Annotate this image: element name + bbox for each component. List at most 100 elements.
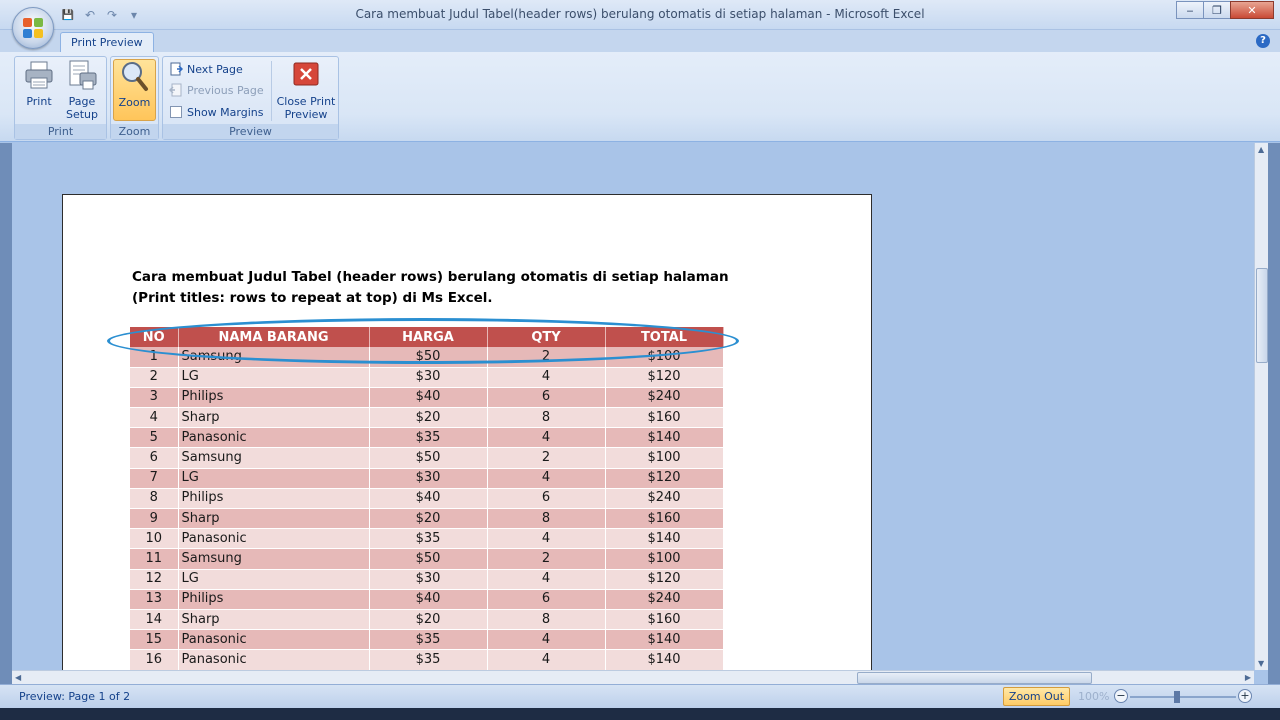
- zoom-minus-icon[interactable]: −: [1114, 689, 1128, 703]
- zoom-slider-track: [1130, 696, 1236, 698]
- cell-qty: 4: [487, 649, 606, 670]
- table-row: 16 Panasonic $35 4 $140: [130, 649, 724, 670]
- data-table: NO NAMA BARANG HARGA QTY TOTAL 1 Samsung $…: [130, 327, 724, 670]
- cell-qty: 4: [487, 427, 606, 449]
- print-button-label: Print: [26, 95, 52, 108]
- cell-harga: $30: [369, 367, 488, 388]
- cell-total: $240: [605, 387, 724, 409]
- cell-no: 15: [130, 629, 179, 651]
- cell-qty: 6: [487, 488, 606, 510]
- cell-nama-barang: Panasonic: [178, 427, 370, 449]
- cell-no: 6: [130, 447, 179, 469]
- zoom-slider-knob[interactable]: [1174, 691, 1180, 703]
- page-setup-button[interactable]: Page Setup: [61, 59, 103, 121]
- cell-harga: $40: [369, 488, 488, 510]
- office-button[interactable]: [12, 7, 54, 49]
- cell-harga: $30: [369, 569, 488, 590]
- cell-no: 13: [130, 589, 179, 610]
- cell-qty: 2: [487, 347, 606, 368]
- window-title: Cara membuat Judul Tabel(header rows) be…: [355, 7, 925, 21]
- close-preview-label-2: Preview: [284, 108, 328, 121]
- table-row: 2 LG $30 4 $120: [130, 367, 724, 388]
- cell-qty: 8: [487, 407, 606, 429]
- next-page-button[interactable]: Next Page: [169, 60, 243, 78]
- cell-nama-barang: Panasonic: [178, 629, 370, 651]
- cell-qty: 4: [487, 528, 606, 550]
- cell-qty: 4: [487, 629, 606, 651]
- ribbon-tab-row: Print Preview ?: [0, 30, 1280, 53]
- table-row: 11 Samsung $50 2 $100: [130, 548, 724, 570]
- scroll-left-arrow-icon[interactable]: ◀: [15, 673, 21, 682]
- scroll-down-arrow-icon[interactable]: ▼: [1258, 659, 1264, 668]
- scroll-up-arrow-icon[interactable]: ▲: [1258, 145, 1264, 154]
- next-page-icon: [169, 62, 184, 76]
- zoom-button-label: Zoom: [118, 96, 151, 109]
- table-row: 14 Sharp $20 8 $160: [130, 609, 724, 631]
- cell-nama-barang: Samsung: [178, 347, 370, 368]
- status-preview-text: Preview: Page 1 of 2: [19, 690, 131, 703]
- cell-harga: $35: [369, 629, 488, 651]
- printer-icon: [23, 59, 55, 91]
- cell-nama-barang: Sharp: [178, 609, 370, 631]
- cell-nama-barang: Samsung: [178, 548, 370, 570]
- close-print-preview-button[interactable]: Close Print Preview: [274, 59, 338, 121]
- cell-no: 16: [130, 649, 179, 670]
- table-row: 15 Panasonic $35 4 $140: [130, 629, 724, 651]
- show-margins-checkbox[interactable]: Show Margins: [169, 103, 263, 121]
- page-setup-label-2: Setup: [65, 108, 99, 121]
- scroll-right-arrow-icon[interactable]: ▶: [1245, 673, 1251, 682]
- left-frame-edge: [0, 143, 12, 684]
- table-row: 5 Panasonic $35 4 $140: [130, 427, 724, 449]
- cell-no: 12: [130, 569, 179, 590]
- cell-no: 14: [130, 609, 179, 631]
- right-frame-edge: [1268, 143, 1280, 684]
- cell-qty: 4: [487, 367, 606, 388]
- cell-total: $120: [605, 468, 724, 489]
- header-nama-barang: NAMA BARANG: [178, 327, 370, 347]
- cell-harga: $40: [369, 589, 488, 610]
- cell-nama-barang: LG: [178, 468, 370, 489]
- magnifier-icon: [119, 60, 151, 92]
- print-button[interactable]: Print: [19, 59, 59, 108]
- zoom-out-button[interactable]: Zoom Out: [1003, 687, 1070, 706]
- cell-harga: $20: [369, 609, 488, 631]
- close-button[interactable]: ✕: [1230, 1, 1274, 19]
- help-icon[interactable]: ?: [1256, 34, 1270, 48]
- document-title-line-1: Cara membuat Judul Tabel (header rows) b…: [132, 269, 729, 285]
- page-setup-label-1: Page: [68, 95, 96, 108]
- table-header-row: NO NAMA BARANG HARGA QTY TOTAL: [130, 327, 724, 347]
- horizontal-scrollbar[interactable]: ◀ ▶: [12, 670, 1254, 684]
- cell-nama-barang: Philips: [178, 488, 370, 510]
- previous-page-button[interactable]: Previous Page: [168, 81, 264, 99]
- cell-qty: 2: [487, 447, 606, 469]
- checkbox-icon: [169, 105, 183, 119]
- table-row: 8 Philips $40 6 $240: [130, 488, 724, 510]
- close-preview-icon: [290, 59, 322, 91]
- zoom-slider[interactable]: − +: [1114, 689, 1252, 705]
- cell-no: 8: [130, 488, 179, 510]
- table-row: 6 Samsung $50 2 $100: [130, 447, 724, 469]
- zoom-level[interactable]: 100%: [1078, 690, 1109, 703]
- preview-workspace[interactable]: Cara membuat Judul Tabel (header rows) b…: [12, 143, 1254, 670]
- horizontal-scroll-thumb[interactable]: [857, 672, 1092, 684]
- cell-total: $140: [605, 528, 724, 550]
- cell-harga: $40: [369, 387, 488, 409]
- minimize-button[interactable]: ‒: [1176, 1, 1204, 19]
- vertical-scrollbar[interactable]: ▲ ▼: [1254, 143, 1268, 670]
- header-qty: QTY: [487, 327, 606, 347]
- zoom-plus-icon[interactable]: +: [1238, 689, 1252, 703]
- table-row: 3 Philips $40 6 $240: [130, 387, 724, 409]
- cell-harga: $20: [369, 407, 488, 429]
- cell-qty: 8: [487, 609, 606, 631]
- cell-harga: $35: [369, 528, 488, 550]
- zoom-group: Zoom Zoom: [110, 56, 159, 140]
- table-row: 9 Sharp $20 8 $160: [130, 508, 724, 530]
- cell-harga: $30: [369, 468, 488, 489]
- zoom-button[interactable]: Zoom: [113, 59, 156, 121]
- cell-total: $240: [605, 488, 724, 510]
- maximize-button[interactable]: ❐: [1203, 1, 1231, 19]
- tab-print-preview[interactable]: Print Preview: [60, 32, 154, 53]
- vertical-scroll-thumb[interactable]: [1256, 268, 1268, 363]
- cell-total: $140: [605, 629, 724, 651]
- cell-no: 2: [130, 367, 179, 388]
